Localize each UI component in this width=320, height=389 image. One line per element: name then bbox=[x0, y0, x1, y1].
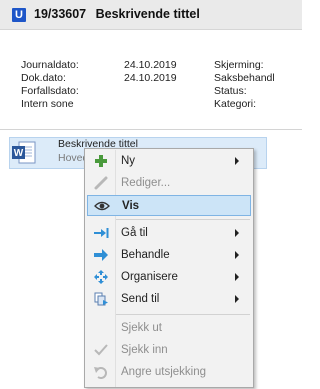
submenu-arrow-icon bbox=[235, 295, 239, 303]
menu-separator bbox=[116, 219, 250, 220]
context-menu: Ny Rediger... Vis Gå til Behandle Organi… bbox=[84, 148, 254, 388]
menu-item-label: Vis bbox=[122, 200, 140, 212]
menu-item-label: Organisere bbox=[121, 271, 178, 283]
goto-icon bbox=[94, 228, 109, 238]
metadata-panel: Journaldato: 24.10.2019 Skjerming: Dok.d… bbox=[0, 48, 302, 128]
menu-item-angre-utsjekking[interactable]: Angre utsjekking bbox=[87, 362, 251, 383]
meta-label: Forfallsdato: bbox=[21, 85, 79, 97]
eye-icon bbox=[94, 201, 110, 211]
menu-separator bbox=[116, 314, 250, 315]
submenu-arrow-icon bbox=[235, 273, 239, 281]
meta-label: Intern sone bbox=[21, 98, 74, 110]
document-title: Beskrivende tittel bbox=[95, 7, 200, 21]
menu-item-sjekk-ut[interactable]: Sjekk ut bbox=[87, 318, 251, 339]
document-type-badge: U bbox=[12, 8, 26, 22]
menu-item-vis[interactable]: Vis bbox=[87, 195, 251, 216]
menu-item-sjekk-inn[interactable]: Sjekk inn bbox=[87, 340, 251, 361]
menu-item-label: Send til bbox=[121, 293, 160, 305]
document-title-heading: 19/33607 Beskrivende tittel bbox=[34, 7, 200, 21]
checkmark-icon bbox=[94, 344, 108, 356]
meta-label: Dok.dato: bbox=[21, 72, 66, 84]
submenu-arrow-icon bbox=[235, 157, 239, 165]
menu-item-label: Gå til bbox=[121, 227, 148, 239]
menu-item-label: Ny bbox=[121, 155, 136, 167]
meta-label-right: Kategori: bbox=[214, 98, 257, 110]
menu-item-behandle[interactable]: Behandle bbox=[87, 245, 251, 266]
plus-icon bbox=[95, 155, 107, 167]
organize-icon bbox=[94, 270, 108, 284]
menu-item-label: Sjekk inn bbox=[121, 344, 168, 356]
menu-item-organisere[interactable]: Organisere bbox=[87, 267, 251, 288]
submenu-arrow-icon bbox=[235, 229, 239, 237]
svg-text:W: W bbox=[14, 148, 24, 159]
menu-item-ga-til[interactable]: Gå til bbox=[87, 223, 251, 244]
journal-number: 19/33607 bbox=[34, 7, 87, 21]
word-document-icon: W bbox=[12, 141, 36, 164]
menu-item-label: Behandle bbox=[121, 249, 170, 261]
send-to-icon bbox=[94, 292, 108, 306]
pencil-icon bbox=[94, 176, 108, 190]
meta-label-right: Saksbehandl bbox=[214, 72, 275, 84]
meta-value: 24.10.2019 bbox=[124, 72, 177, 84]
menu-item-label: Sjekk ut bbox=[121, 322, 162, 334]
menu-item-label: Angre utsjekking bbox=[121, 366, 207, 378]
undo-icon bbox=[94, 367, 107, 379]
meta-label-right: Status: bbox=[214, 85, 247, 97]
document-header: U 19/33607 Beskrivende tittel bbox=[0, 0, 302, 30]
meta-value: 24.10.2019 bbox=[124, 59, 177, 71]
menu-item-rediger[interactable]: Rediger... bbox=[87, 173, 251, 194]
panel-divider bbox=[0, 129, 302, 130]
submenu-arrow-icon bbox=[235, 251, 239, 259]
meta-label-right: Skjerming: bbox=[214, 59, 264, 71]
meta-label: Journaldato: bbox=[21, 59, 79, 71]
process-arrow-icon bbox=[94, 249, 108, 261]
menu-item-ny[interactable]: Ny bbox=[87, 151, 251, 172]
menu-item-send-til[interactable]: Send til bbox=[87, 289, 251, 310]
menu-item-label: Rediger... bbox=[121, 177, 171, 189]
